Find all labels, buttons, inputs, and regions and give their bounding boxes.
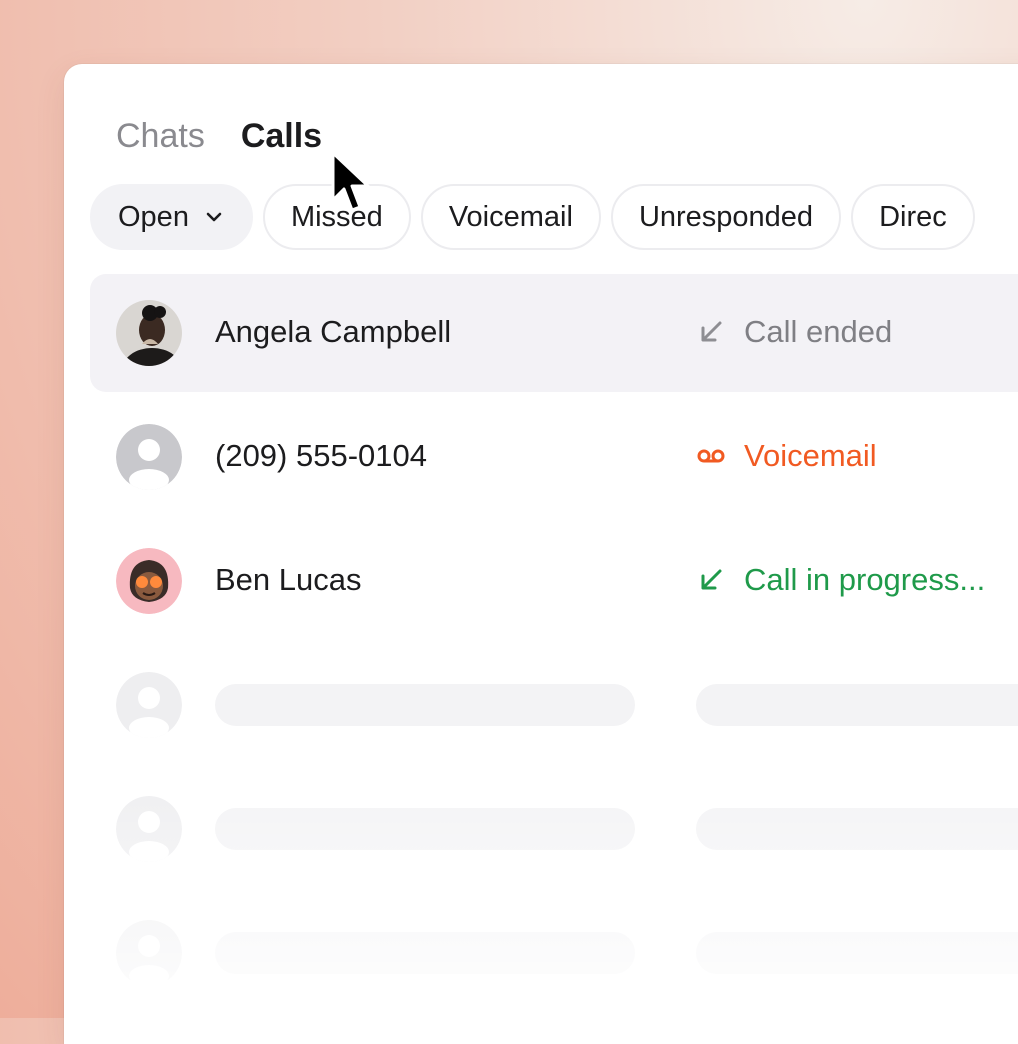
- filter-open-dropdown[interactable]: Open: [90, 184, 253, 250]
- avatar: [116, 300, 182, 366]
- tab-bar: Chats Calls: [116, 116, 322, 156]
- incoming-arrow-icon: [696, 317, 726, 347]
- caller-name: Angela Campbell: [215, 314, 452, 349]
- skeleton-name-bar: [215, 684, 635, 726]
- skeleton-row: [90, 770, 1018, 888]
- avatar: [116, 548, 182, 614]
- avatar: [116, 424, 182, 490]
- skeleton-row: [90, 894, 1018, 1012]
- placeholder-avatar-icon: [116, 920, 182, 986]
- call-status: Call in progress...: [696, 560, 985, 600]
- call-row[interactable]: (209) 555-0104 Voicemail: [90, 398, 1018, 516]
- filter-unresponded[interactable]: Unresponded: [610, 184, 842, 250]
- skeleton-status-bar: [696, 932, 1018, 974]
- calls-panel: Chats Calls Open Missed Voicemail Unresp…: [64, 64, 1018, 1044]
- call-status-label: Call in progress...: [744, 562, 986, 597]
- placeholder-avatar-icon: [116, 796, 182, 862]
- call-status: Voicemail: [696, 436, 877, 476]
- skeleton-name-bar: [215, 808, 635, 850]
- voicemail-icon: [696, 441, 726, 471]
- caller-name: Ben Lucas: [215, 562, 362, 597]
- placeholder-avatar-icon: [116, 672, 182, 738]
- incoming-arrow-icon: [696, 565, 726, 595]
- chevron-down-icon: [203, 206, 225, 228]
- call-status-label: Voicemail: [744, 438, 877, 473]
- skeleton-status-bar: [696, 808, 1018, 850]
- call-row[interactable]: Angela Campbell Call ended: [90, 274, 1018, 392]
- tab-calls[interactable]: Calls: [241, 116, 322, 156]
- caller-number: (209) 555-0104: [215, 438, 427, 473]
- filter-direct[interactable]: Direc: [851, 184, 975, 250]
- mouse-cursor-icon: [330, 150, 374, 216]
- tab-chats[interactable]: Chats: [116, 116, 205, 156]
- filter-voicemail[interactable]: Voicemail: [420, 184, 601, 250]
- skeleton-status-bar: [696, 684, 1018, 726]
- skeleton-row: [90, 646, 1018, 764]
- call-status-label: Call ended: [744, 314, 893, 349]
- filter-chips: Open Missed Voicemail Unresponded Direc: [90, 184, 975, 250]
- call-status: Call ended: [696, 312, 892, 352]
- filter-open-label: Open: [118, 200, 189, 233]
- skeleton-name-bar: [215, 932, 635, 974]
- call-row[interactable]: Ben Lucas Call in progress...: [90, 522, 1018, 640]
